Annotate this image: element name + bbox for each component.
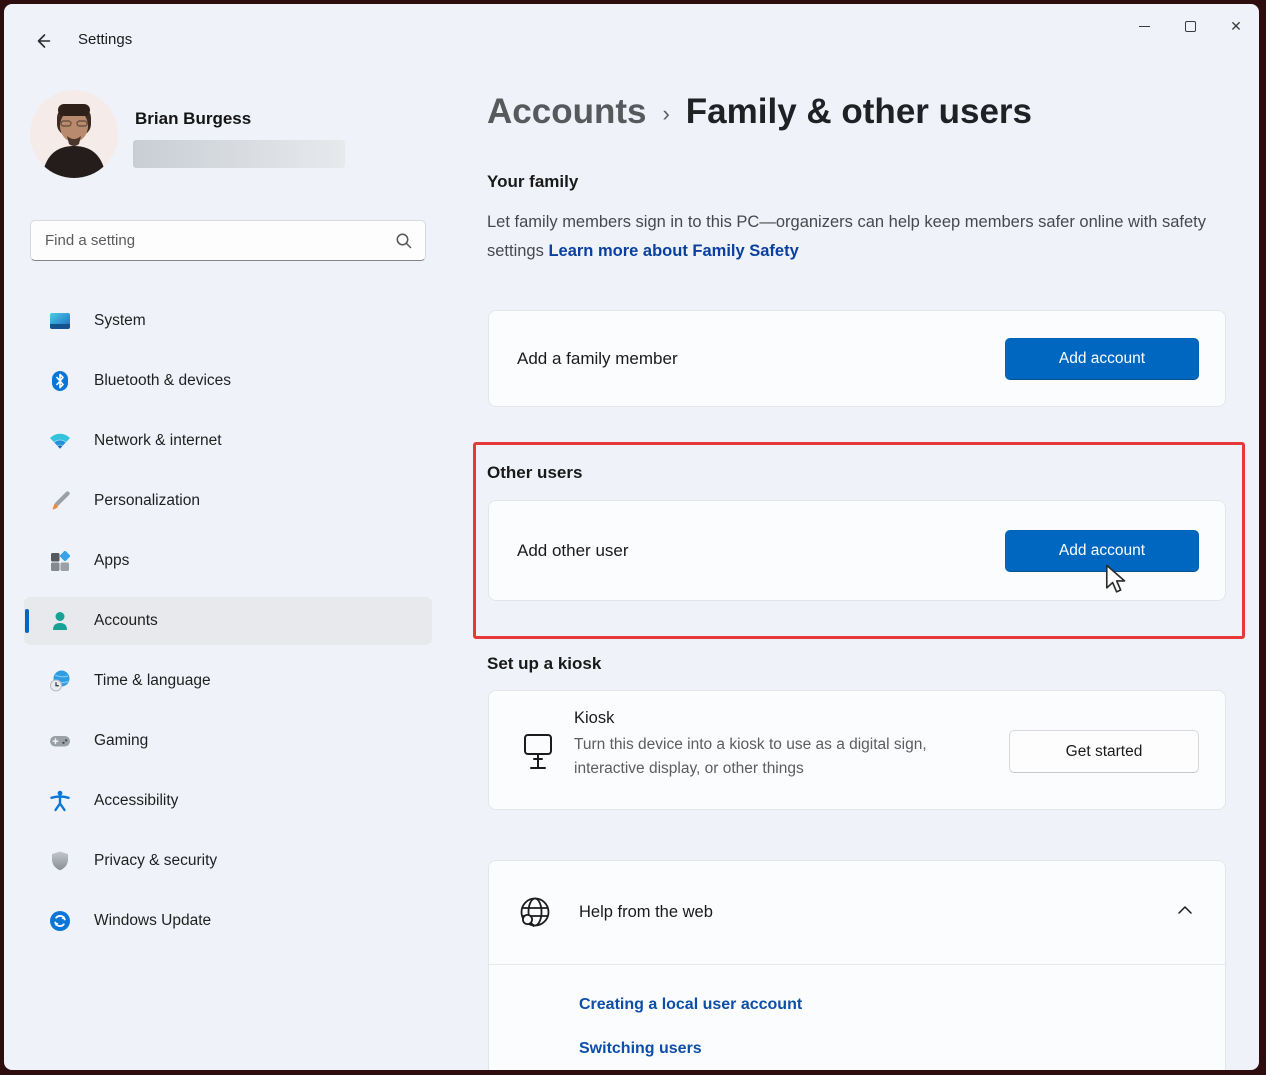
help-header[interactable]: Help from the web xyxy=(489,861,1225,964)
sidebar-nav: System Bluetooth & devices Network & int… xyxy=(24,297,432,957)
other-users-heading: Other users xyxy=(487,463,582,483)
personalization-icon xyxy=(48,489,72,513)
settings-window: Settings ✕ Brian Burgess Find a setting xyxy=(4,4,1259,1070)
user-email-blurred xyxy=(133,140,345,168)
sidebar-item-system[interactable]: System xyxy=(24,297,432,345)
close-icon: ✕ xyxy=(1230,19,1242,33)
minimize-icon xyxy=(1139,26,1150,27)
kiosk-icon xyxy=(522,733,554,773)
kiosk-card: Kiosk Turn this device into a kiosk to u… xyxy=(488,690,1226,810)
avatar[interactable] xyxy=(30,90,118,178)
breadcrumb: Accounts › Family & other users xyxy=(487,92,1032,132)
add-other-user-card: Add other user Add account xyxy=(488,500,1226,601)
add-family-member-card: Add a family member Add account xyxy=(488,310,1226,407)
sidebar-item-label: Personalization xyxy=(94,492,200,510)
system-icon xyxy=(48,309,72,333)
sidebar-item-gaming[interactable]: Gaming xyxy=(24,717,432,765)
your-family-heading: Your family xyxy=(487,172,578,192)
sidebar-item-apps[interactable]: Apps xyxy=(24,537,432,585)
sidebar-item-label: Gaming xyxy=(94,732,148,750)
sidebar-item-accounts[interactable]: Accounts xyxy=(24,597,432,645)
sidebar-item-label: Bluetooth & devices xyxy=(94,372,231,390)
kiosk-title: Kiosk xyxy=(574,709,974,728)
sidebar-item-label: Time & language xyxy=(94,672,211,690)
add-other-account-button[interactable]: Add account xyxy=(1005,530,1199,572)
network-icon xyxy=(48,429,72,453)
help-from-web-card: Help from the web Creating a local user … xyxy=(488,860,1226,1070)
add-family-member-label: Add a family member xyxy=(517,349,1005,369)
app-title: Settings xyxy=(78,31,132,48)
get-started-button[interactable]: Get started xyxy=(1009,730,1199,773)
divider xyxy=(489,964,1225,965)
accounts-icon xyxy=(48,609,72,633)
sidebar-item-personalization[interactable]: Personalization xyxy=(24,477,432,525)
maximize-button[interactable] xyxy=(1167,4,1213,48)
add-other-user-label: Add other user xyxy=(517,541,1005,561)
sidebar-item-label: Privacy & security xyxy=(94,852,217,870)
titlebar: Settings ✕ xyxy=(4,4,1259,60)
help-link-local-account[interactable]: Creating a local user account xyxy=(579,996,802,1014)
your-family-description: Let family members sign in to this PC—or… xyxy=(487,208,1229,266)
user-name: Brian Burgess xyxy=(135,109,251,129)
sidebar-item-accessibility[interactable]: Accessibility xyxy=(24,777,432,825)
accessibility-icon xyxy=(48,789,72,813)
gaming-icon xyxy=(48,729,72,753)
kiosk-heading: Set up a kiosk xyxy=(487,654,601,674)
back-button[interactable] xyxy=(26,24,60,58)
kiosk-description: Turn this device into a kiosk to use as … xyxy=(574,733,974,780)
globe-search-icon xyxy=(518,895,552,931)
sidebar-item-label: Accessibility xyxy=(94,792,178,810)
apps-icon xyxy=(48,549,72,573)
minimize-button[interactable] xyxy=(1121,4,1167,48)
time-language-icon xyxy=(48,669,72,693)
sidebar-item-windows-update[interactable]: Windows Update xyxy=(24,897,432,945)
sidebar-item-label: Network & internet xyxy=(94,432,222,450)
family-safety-link[interactable]: Learn more about Family Safety xyxy=(548,242,798,260)
search-input[interactable]: Find a setting xyxy=(30,220,426,261)
sidebar-item-label: Apps xyxy=(94,552,129,570)
windows-update-icon xyxy=(48,909,72,933)
sidebar-item-time-language[interactable]: Time & language xyxy=(24,657,432,705)
sidebar-item-label: Windows Update xyxy=(94,912,211,930)
bluetooth-icon xyxy=(48,369,72,393)
sidebar-item-bluetooth[interactable]: Bluetooth & devices xyxy=(24,357,432,405)
page-title: Family & other users xyxy=(686,92,1032,132)
breadcrumb-parent[interactable]: Accounts xyxy=(487,92,646,132)
privacy-icon xyxy=(48,849,72,873)
breadcrumb-separator-icon: › xyxy=(662,101,669,127)
sidebar-item-label: System xyxy=(94,312,146,330)
close-button[interactable]: ✕ xyxy=(1213,4,1259,48)
chevron-up-icon[interactable] xyxy=(1177,905,1193,915)
help-title: Help from the web xyxy=(579,903,713,922)
sidebar-item-privacy[interactable]: Privacy & security xyxy=(24,837,432,885)
maximize-icon xyxy=(1185,21,1196,32)
search-placeholder: Find a setting xyxy=(45,232,395,249)
sidebar-item-network[interactable]: Network & internet xyxy=(24,417,432,465)
avatar-photo xyxy=(30,90,118,178)
help-link-switching-users[interactable]: Switching users xyxy=(579,1040,702,1058)
back-arrow-icon xyxy=(33,31,53,51)
sidebar-item-label: Accounts xyxy=(94,612,158,630)
search-icon xyxy=(395,232,413,250)
add-family-account-button[interactable]: Add account xyxy=(1005,338,1199,380)
